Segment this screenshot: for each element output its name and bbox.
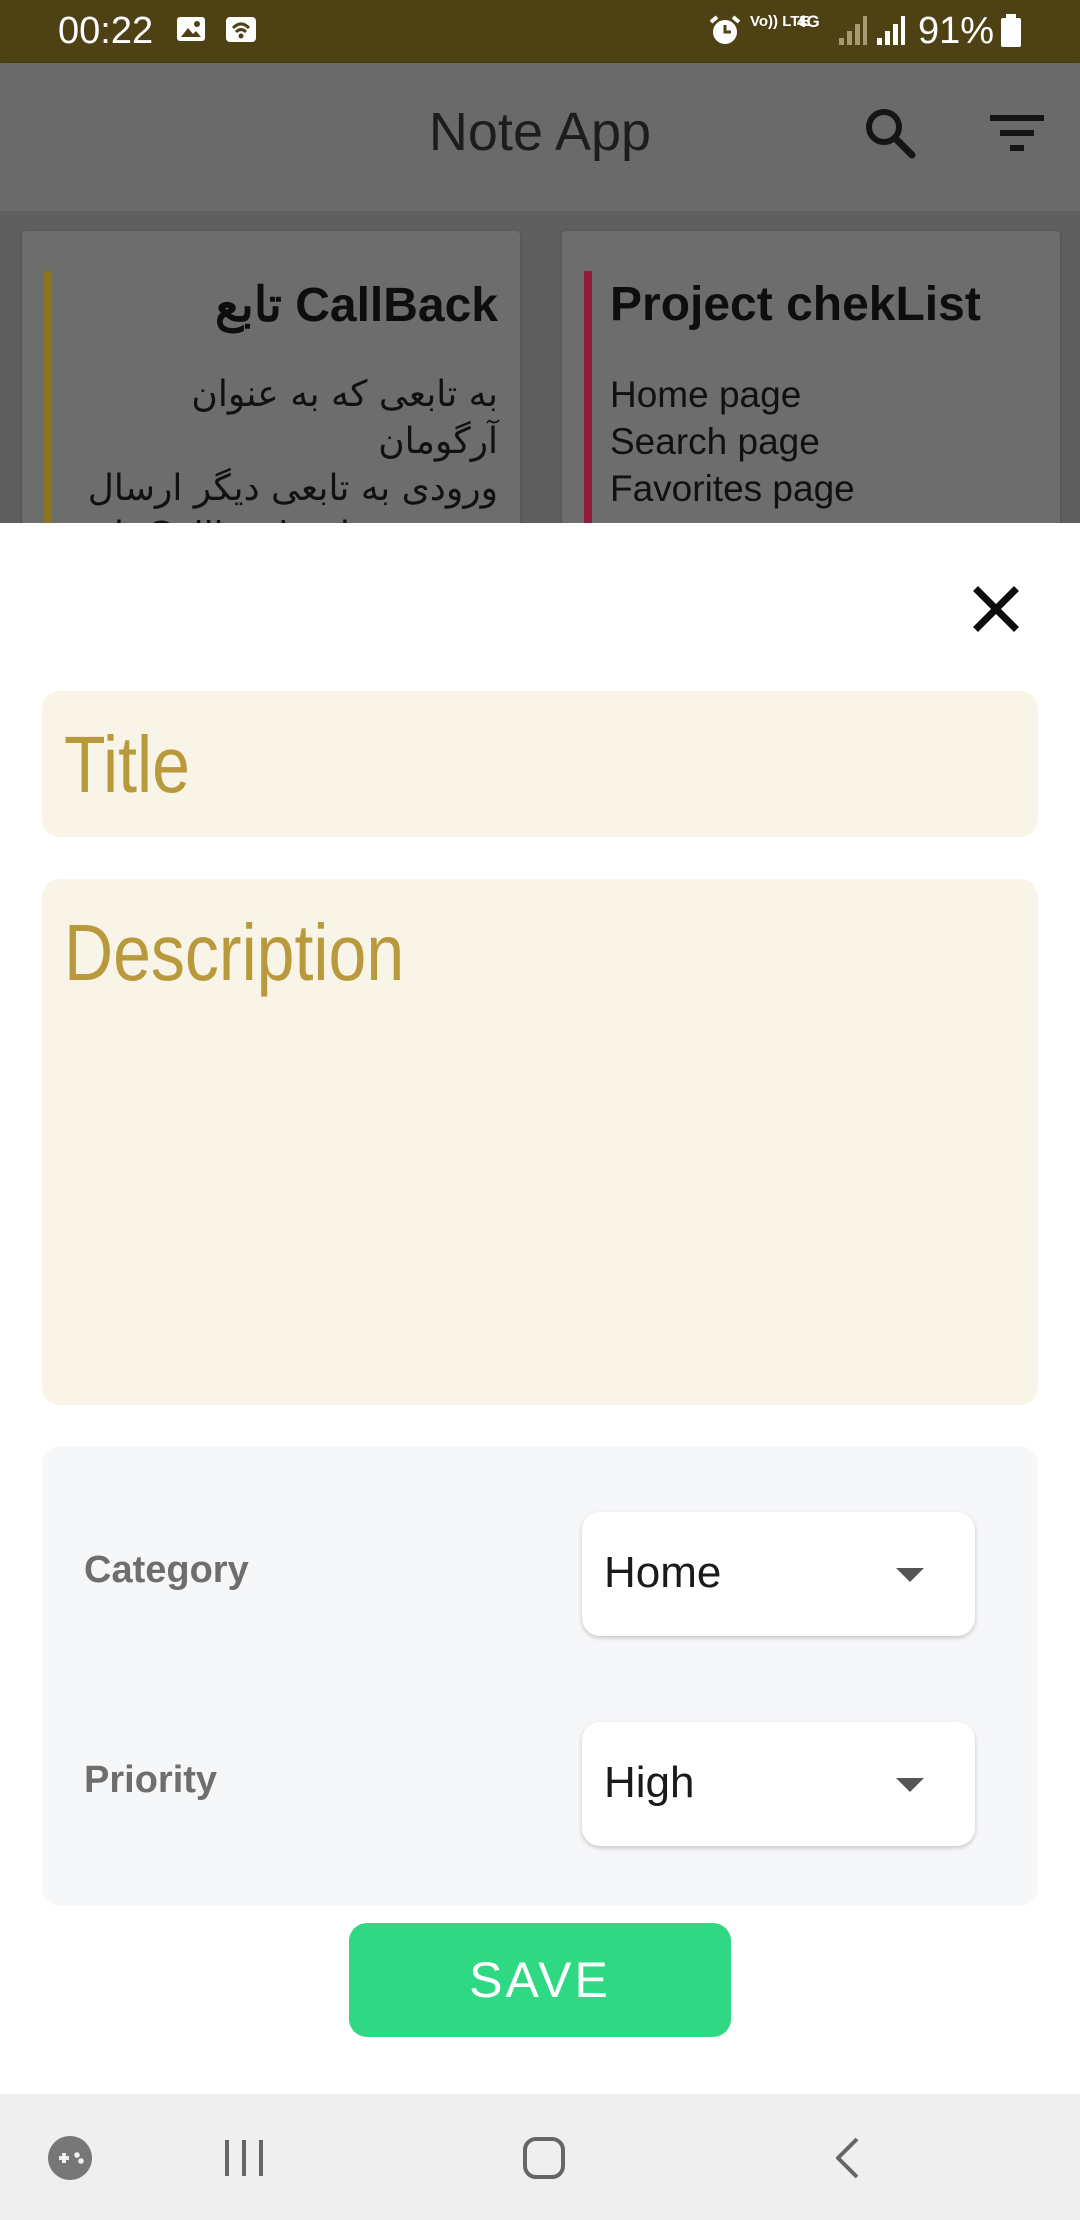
description-input[interactable]: Description bbox=[42, 879, 1038, 1405]
search-icon[interactable] bbox=[862, 105, 918, 165]
battery-icon bbox=[1000, 14, 1022, 52]
navigation-bar bbox=[0, 2094, 1080, 2220]
description-placeholder: Description bbox=[64, 908, 405, 997]
status-time: 00:22 bbox=[58, 10, 154, 52]
category-label: Category bbox=[84, 1549, 249, 1591]
filter-icon[interactable] bbox=[988, 113, 1046, 157]
battery-percent: 91% bbox=[918, 10, 995, 52]
close-icon[interactable] bbox=[970, 583, 1022, 635]
gallery-icon bbox=[176, 14, 206, 48]
category-value: Home bbox=[604, 1548, 722, 1597]
note-card[interactable]: CallBack تابع به تابعی که به عنوان آرگوم… bbox=[22, 231, 520, 523]
chevron-down-icon bbox=[896, 1568, 924, 1582]
alarm-icon bbox=[708, 14, 742, 52]
game-tools-icon[interactable] bbox=[46, 2134, 94, 2186]
chevron-down-icon bbox=[896, 1778, 924, 1792]
note-body: Home page Search page Favorites page bbox=[610, 374, 855, 509]
app-title: Note App bbox=[428, 102, 652, 162]
title-input[interactable]: Title bbox=[42, 691, 1038, 837]
title-placeholder: Title bbox=[64, 720, 190, 809]
note-accent-bar bbox=[44, 271, 52, 523]
priority-dropdown[interactable]: High bbox=[582, 1722, 975, 1846]
options-panel: Category Home Priority High bbox=[42, 1446, 1038, 1906]
priority-value: High bbox=[604, 1758, 695, 1807]
note-title: CallBack تابع bbox=[214, 279, 498, 332]
4g-icon: 4G bbox=[797, 12, 820, 31]
note-accent-bar bbox=[584, 271, 592, 523]
signal-icon bbox=[838, 14, 868, 50]
recent-apps-icon[interactable] bbox=[222, 2138, 266, 2182]
category-dropdown[interactable]: Home bbox=[582, 1512, 975, 1636]
notes-grid: CallBack تابع به تابعی که به عنوان آرگوم… bbox=[0, 211, 1080, 523]
home-icon[interactable] bbox=[522, 2136, 566, 2184]
add-note-sheet: Title Description Category Home Priority… bbox=[0, 523, 1080, 2094]
priority-label: Priority bbox=[84, 1759, 218, 1801]
wifi-icon bbox=[225, 14, 257, 48]
signal-icon bbox=[876, 14, 906, 50]
app-bar: Note App bbox=[0, 63, 1080, 211]
note-title: Project chekList bbox=[610, 278, 981, 331]
note-card[interactable]: Project chekList Home page Search page F… bbox=[562, 231, 1060, 523]
back-icon[interactable] bbox=[832, 2136, 862, 2184]
status-bar: 00:22 Vo)) LTE 4G 91% bbox=[0, 0, 1080, 63]
save-button[interactable]: SAVE bbox=[349, 1923, 731, 2037]
note-body: به تابعی که به عنوان آرگومان ورودی به تا… bbox=[87, 374, 498, 523]
